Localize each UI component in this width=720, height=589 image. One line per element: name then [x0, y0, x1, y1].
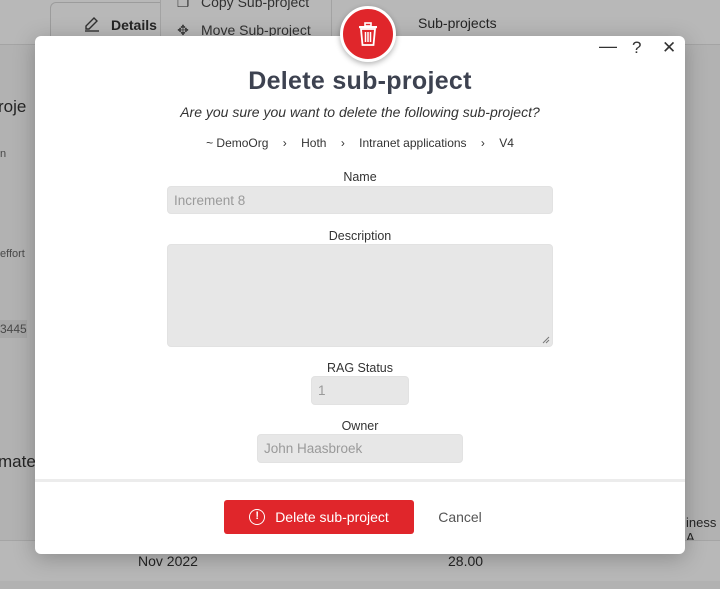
- name-field[interactable]: Increment 8: [167, 186, 553, 214]
- breadcrumb-separator: ›: [340, 136, 345, 150]
- confirm-question: Are you sure you want to delete the foll…: [180, 104, 540, 120]
- owner-label: Owner: [341, 419, 379, 433]
- delete-subproject-button[interactable]: ! Delete sub-project: [224, 500, 414, 534]
- footer-divider: [35, 479, 685, 482]
- description-label: Description: [328, 229, 392, 243]
- breadcrumb-item: Intranet applications: [359, 136, 467, 150]
- name-label: Name: [343, 170, 377, 184]
- breadcrumb-item: Hoth: [301, 136, 327, 150]
- breadcrumb: ~ DemoOrg › Hoth › Intranet applications…: [35, 136, 685, 150]
- close-button[interactable]: ✕: [662, 38, 676, 58]
- alert-circle-icon: !: [249, 509, 266, 525]
- breadcrumb-item: V4: [499, 136, 514, 150]
- description-field[interactable]: [167, 244, 553, 347]
- resize-handle-icon[interactable]: [542, 336, 550, 344]
- rag-status-field[interactable]: 1: [311, 376, 409, 405]
- breadcrumb-item: ~ DemoOrg: [206, 136, 269, 150]
- trash-icon: [340, 6, 396, 62]
- owner-field[interactable]: John Haasbroek: [257, 434, 463, 463]
- help-button[interactable]: ?: [632, 38, 641, 58]
- breadcrumb-separator: ›: [480, 136, 485, 150]
- delete-button-label: Delete sub-project: [275, 509, 389, 525]
- minimize-button[interactable]: —: [599, 36, 617, 57]
- dialog-title: Delete sub-project: [248, 67, 472, 95]
- rag-status-label: RAG Status: [327, 361, 393, 375]
- breadcrumb-separator: ›: [282, 136, 287, 150]
- delete-subproject-dialog: — ? ✕ Delete sub-project Are you sure yo…: [35, 6, 685, 554]
- cancel-button[interactable]: Cancel: [425, 500, 495, 534]
